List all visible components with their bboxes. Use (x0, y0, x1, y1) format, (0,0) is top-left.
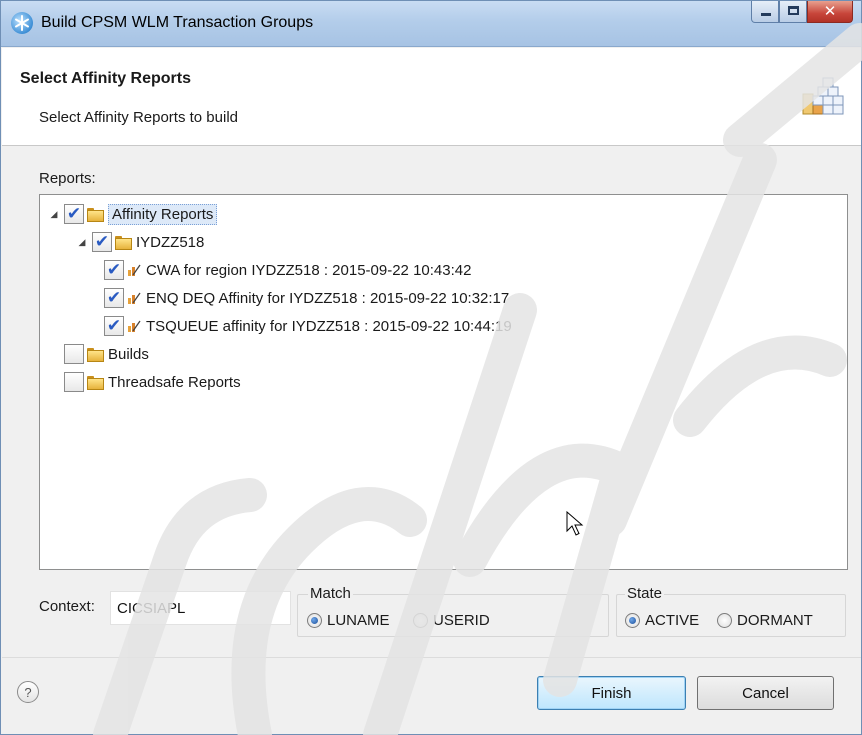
tree-item-label: ENQ DEQ Affinity for IYDZZ518 : 2015-09-… (146, 289, 510, 307)
help-question-icon: ? (24, 684, 32, 700)
radio-selected-icon (307, 613, 322, 628)
report-chart-icon (128, 264, 141, 276)
radio-luname[interactable]: LUNAME (307, 612, 390, 629)
report-chart-icon (128, 320, 141, 332)
title-bar[interactable]: Build CPSM WLM Transaction Groups ✕ (1, 1, 861, 47)
tree-item-iydzz518[interactable]: ◢ ✔ IYDZZ518 (76, 230, 204, 254)
wizard-header: Select Affinity Reports Select Affinity … (2, 48, 861, 146)
checkmark-icon: ✔ (94, 232, 110, 251)
page-title: Select Affinity Reports (20, 70, 191, 87)
context-input[interactable] (110, 591, 291, 625)
tree-item-label: Affinity Reports (108, 203, 218, 225)
tree-item-affinity-reports[interactable]: ◢ ✔ Affinity Reports (48, 202, 218, 226)
checkbox-iydzz518[interactable]: ✔ (92, 232, 112, 252)
checkbox-affinity-reports[interactable]: ✔ (64, 204, 84, 224)
folder-icon (87, 208, 104, 222)
checkbox-threadsafe-reports[interactable] (64, 372, 84, 392)
tree-item-label: CWA for region IYDZZ518 : 2015-09-22 10:… (146, 261, 472, 279)
radio-label: USERID (433, 612, 490, 629)
tree-item-label: IYDZZ518 (136, 233, 205, 251)
tree-item-builds[interactable]: Builds (64, 342, 149, 366)
tree-item-label: Threadsafe Reports (108, 373, 241, 391)
radio-label: DORMANT (737, 612, 813, 629)
context-label: Context: (39, 598, 95, 615)
folder-icon (87, 376, 104, 390)
mouse-cursor-icon (566, 511, 584, 536)
tree-item-label: Builds (108, 345, 149, 363)
footer-separator (2, 657, 861, 658)
radio-dormant[interactable]: DORMANT (717, 612, 813, 629)
radio-active[interactable]: ACTIVE (625, 612, 699, 629)
radio-label: ACTIVE (645, 612, 700, 629)
tree-item-threadsafe-reports[interactable]: Threadsafe Reports (64, 370, 241, 394)
cancel-button[interactable]: Cancel (697, 676, 834, 710)
radio-unselected-icon (717, 613, 732, 628)
help-button[interactable]: ? (17, 681, 39, 703)
state-group-label: State (625, 585, 665, 602)
close-icon: ✕ (823, 3, 837, 20)
radio-unselected-icon (413, 613, 428, 628)
checkbox-tsqueue-report[interactable]: ✔ (104, 316, 124, 336)
tree-item-enq-deq-report[interactable]: ✔ ENQ DEQ Affinity for IYDZZ518 : 2015-0… (104, 286, 509, 310)
wizard-blocks-icon (802, 77, 844, 115)
maximize-icon (788, 6, 799, 15)
radio-label: LUNAME (327, 612, 390, 629)
checkbox-builds[interactable] (64, 344, 84, 364)
dialog-window: Build CPSM WLM Transaction Groups ✕ Sele… (0, 0, 862, 735)
expand-triangle-icon[interactable]: ◢ (48, 208, 60, 220)
expand-triangle-icon[interactable]: ◢ (76, 236, 88, 248)
match-group-label: Match (308, 585, 353, 602)
tree-item-cwa-report[interactable]: ✔ CWA for region IYDZZ518 : 2015-09-22 1… (104, 258, 471, 282)
app-snowflake-icon (11, 12, 33, 34)
folder-icon (115, 236, 132, 250)
checkmark-icon: ✔ (106, 288, 122, 307)
reports-tree[interactable]: ◢ ✔ Affinity Reports ◢ ✔ IYDZZ518 ✔ CWA … (39, 194, 848, 570)
finish-button[interactable]: Finish (537, 676, 686, 710)
radio-userid[interactable]: USERID (413, 612, 490, 629)
page-description: Select Affinity Reports to build (39, 109, 238, 126)
window-title: Build CPSM WLM Transaction Groups (41, 14, 314, 31)
checkmark-icon: ✔ (106, 316, 122, 335)
checkmark-icon: ✔ (66, 204, 82, 223)
checkbox-enq-deq-report[interactable]: ✔ (104, 288, 124, 308)
radio-selected-icon (625, 613, 640, 628)
checkbox-cwa-report[interactable]: ✔ (104, 260, 124, 280)
report-chart-icon (128, 292, 141, 304)
close-button[interactable]: ✕ (807, 1, 853, 23)
checkmark-icon: ✔ (106, 260, 122, 279)
tree-item-label: TSQUEUE affinity for IYDZZ518 : 2015-09-… (146, 317, 512, 335)
minimize-icon (761, 13, 771, 16)
window-controls: ✕ (751, 1, 853, 25)
minimize-button[interactable] (751, 1, 779, 23)
maximize-button[interactable] (779, 1, 807, 23)
folder-icon (87, 348, 104, 362)
tree-item-tsqueue-report[interactable]: ✔ TSQUEUE affinity for IYDZZ518 : 2015-0… (104, 314, 512, 338)
reports-label: Reports: (39, 170, 96, 187)
